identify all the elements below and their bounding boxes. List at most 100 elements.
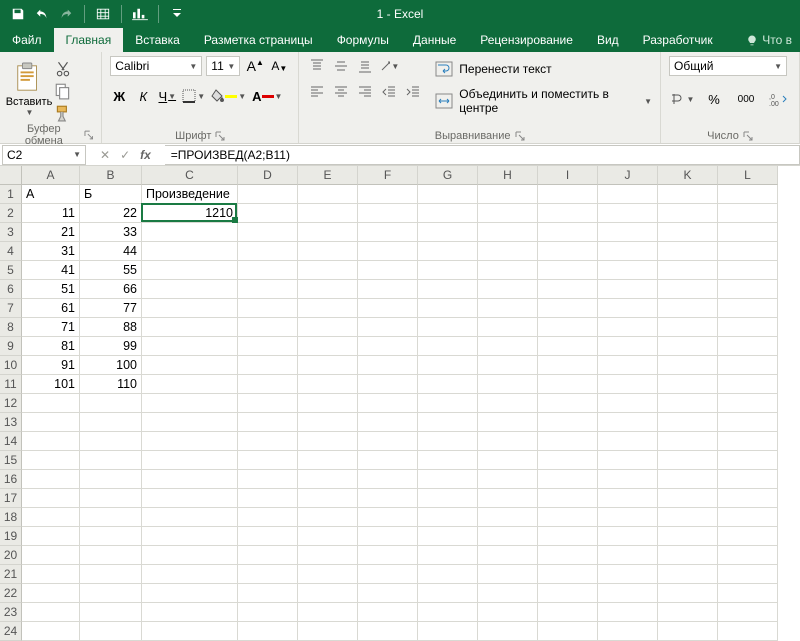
cell[interactable] <box>598 622 658 641</box>
cell[interactable] <box>658 185 718 204</box>
row-header[interactable]: 4 <box>0 242 22 261</box>
cell[interactable]: А <box>22 185 80 204</box>
cell[interactable]: 100 <box>80 356 142 375</box>
merge-center-button[interactable]: Объединить и поместить в центре▼ <box>435 88 652 114</box>
qat-grid-icon[interactable] <box>93 4 113 24</box>
tab-data[interactable]: Данные <box>401 28 468 52</box>
cell[interactable] <box>718 261 778 280</box>
cell[interactable] <box>298 337 358 356</box>
cell[interactable] <box>658 508 718 527</box>
border-button[interactable]: ▼ <box>182 86 205 106</box>
cell[interactable] <box>718 223 778 242</box>
cell[interactable] <box>478 527 538 546</box>
number-format-combo[interactable]: Общий▼ <box>669 56 787 76</box>
cell[interactable] <box>658 413 718 432</box>
row-header[interactable]: 15 <box>0 451 22 470</box>
cell[interactable] <box>658 489 718 508</box>
cell[interactable] <box>538 432 598 451</box>
align-middle-button[interactable] <box>331 56 351 76</box>
cell[interactable] <box>238 508 298 527</box>
cell[interactable] <box>298 527 358 546</box>
cell[interactable] <box>478 394 538 413</box>
cell[interactable] <box>538 451 598 470</box>
column-header[interactable]: D <box>238 166 298 185</box>
cell[interactable]: 81 <box>22 337 80 356</box>
cell[interactable] <box>718 565 778 584</box>
cell[interactable] <box>358 622 418 641</box>
cell[interactable] <box>658 337 718 356</box>
cell[interactable] <box>718 185 778 204</box>
save-icon[interactable] <box>8 4 28 24</box>
row-header[interactable]: 7 <box>0 299 22 318</box>
cell[interactable] <box>80 508 142 527</box>
cell[interactable] <box>358 337 418 356</box>
row-header[interactable]: 10 <box>0 356 22 375</box>
increase-decimal-button[interactable]: ,0,00 <box>765 88 791 110</box>
cell[interactable] <box>238 413 298 432</box>
column-header[interactable]: G <box>418 166 478 185</box>
cell[interactable] <box>358 318 418 337</box>
cell[interactable] <box>718 204 778 223</box>
column-header[interactable]: B <box>80 166 142 185</box>
cell[interactable] <box>80 432 142 451</box>
cell[interactable] <box>598 470 658 489</box>
insert-function-button[interactable]: fx <box>140 148 151 162</box>
cell[interactable] <box>598 489 658 508</box>
cell[interactable] <box>142 565 238 584</box>
cell[interactable] <box>80 489 142 508</box>
cell[interactable]: 51 <box>22 280 80 299</box>
cell[interactable]: 33 <box>80 223 142 242</box>
row-header[interactable]: 24 <box>0 622 22 641</box>
align-center-button[interactable] <box>331 82 351 102</box>
copy-button[interactable] <box>54 82 72 100</box>
cell[interactable] <box>418 489 478 508</box>
cell[interactable] <box>478 432 538 451</box>
cell[interactable] <box>538 280 598 299</box>
cell[interactable] <box>22 546 80 565</box>
cell[interactable] <box>358 394 418 413</box>
cell[interactable]: 44 <box>80 242 142 261</box>
cell[interactable]: 99 <box>80 337 142 356</box>
cell[interactable] <box>418 565 478 584</box>
cell[interactable] <box>418 242 478 261</box>
cell[interactable] <box>298 413 358 432</box>
cell[interactable] <box>298 318 358 337</box>
cell[interactable] <box>238 546 298 565</box>
cell[interactable]: 21 <box>22 223 80 242</box>
cell[interactable] <box>358 356 418 375</box>
tab-developer[interactable]: Разработчик <box>631 28 725 52</box>
cell[interactable] <box>418 622 478 641</box>
cell[interactable] <box>658 375 718 394</box>
cell[interactable] <box>418 584 478 603</box>
row-header[interactable]: 2 <box>0 204 22 223</box>
cell[interactable]: 77 <box>80 299 142 318</box>
format-painter-button[interactable] <box>54 104 72 122</box>
cell[interactable] <box>358 527 418 546</box>
cell[interactable] <box>80 622 142 641</box>
row-header[interactable]: 11 <box>0 375 22 394</box>
cell[interactable] <box>418 375 478 394</box>
cell[interactable] <box>22 394 80 413</box>
cell[interactable] <box>80 565 142 584</box>
cell[interactable] <box>22 527 80 546</box>
cell[interactable] <box>598 185 658 204</box>
row-header[interactable]: 9 <box>0 337 22 356</box>
cell[interactable] <box>598 508 658 527</box>
tell-me[interactable]: Что в <box>746 28 800 52</box>
row-header[interactable]: 21 <box>0 565 22 584</box>
tab-review[interactable]: Рецензирование <box>468 28 585 52</box>
dialog-launcher-icon[interactable] <box>215 131 225 141</box>
cell[interactable] <box>22 622 80 641</box>
cell[interactable] <box>478 546 538 565</box>
tab-page-layout[interactable]: Разметка страницы <box>192 28 325 52</box>
cell[interactable] <box>22 432 80 451</box>
decrease-font-button[interactable]: A▼ <box>268 56 290 76</box>
cell[interactable] <box>658 565 718 584</box>
cell[interactable] <box>658 318 718 337</box>
row-header[interactable]: 14 <box>0 432 22 451</box>
tab-formulas[interactable]: Формулы <box>325 28 401 52</box>
cell[interactable] <box>658 261 718 280</box>
cell[interactable] <box>478 584 538 603</box>
cell[interactable] <box>298 242 358 261</box>
qat-customize-icon[interactable] <box>167 4 187 24</box>
